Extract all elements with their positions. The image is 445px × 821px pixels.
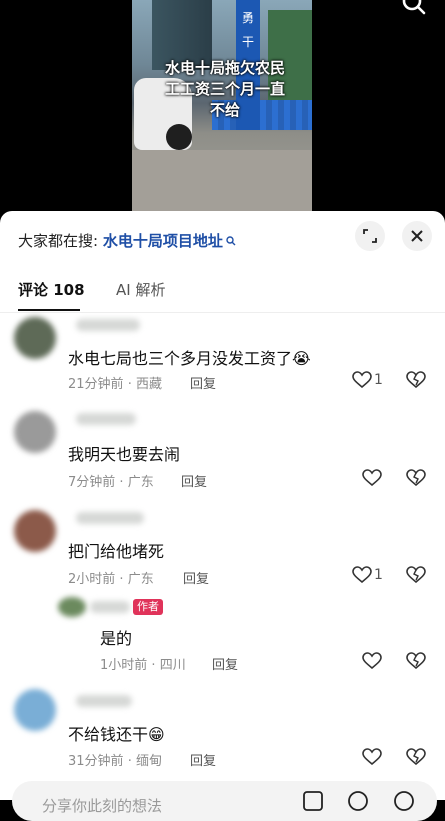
comment-item: 我明天也要去闹 7分钟前 · 广东 回复	[0, 405, 445, 500]
reply-button[interactable]: 回复	[190, 373, 216, 392]
dislike-icon[interactable]	[406, 566, 426, 584]
dislike-icon[interactable]	[406, 652, 426, 670]
comment-text: 水电七局也三个多月没发工资了😭	[68, 349, 311, 368]
reply-button[interactable]: 回复	[183, 568, 209, 587]
comment-text: 是的	[100, 629, 133, 648]
avatar[interactable]	[58, 597, 86, 617]
expand-icon	[363, 229, 377, 243]
like-count: 1	[374, 372, 383, 388]
suggested-search-query[interactable]: 水电十局项目地址	[103, 232, 223, 250]
comment-text: 把门给他堵死	[68, 542, 165, 561]
search-small-icon	[226, 236, 236, 246]
comment-meta: 31分钟前 · 缅甸	[68, 754, 162, 769]
username-blurred[interactable]	[76, 695, 132, 707]
caption-line-1: 水电十局拖欠农民	[164, 59, 285, 77]
car-wheel-shape	[166, 124, 192, 150]
comment-meta: 2小时前 · 广东	[68, 572, 154, 587]
comment-item: 水电七局也三个多月没发工资了😭 21分钟前 · 西藏 回复 1	[0, 311, 445, 401]
close-icon	[411, 230, 423, 242]
comment-input[interactable]: 分享你此刻的想法	[12, 781, 437, 821]
comment-item: 把门给他堵死 2小时前 · 广东 回复 1	[0, 504, 445, 594]
image-icon[interactable]	[302, 790, 324, 812]
reply-item: 作者 是的 1小时前 · 四川 回复	[0, 595, 445, 677]
username-blurred[interactable]	[76, 319, 140, 331]
suggested-search[interactable]: 大家都在搜: 水电十局项目地址	[18, 230, 236, 251]
heart-icon[interactable]	[362, 748, 382, 766]
heart-icon[interactable]	[352, 566, 372, 584]
comment-meta: 7分钟前 · 广东	[68, 475, 154, 490]
like-count: 1	[374, 567, 383, 583]
caption-line-3: 不给	[209, 101, 240, 119]
suggested-search-prefix: 大家都在搜:	[18, 232, 99, 250]
heart-icon[interactable]	[362, 652, 382, 670]
emoji-icon[interactable]	[393, 790, 415, 812]
comment-input-placeholder: 分享你此刻的想法	[42, 797, 163, 815]
reply-button[interactable]: 回复	[190, 750, 216, 769]
comment-input-bar: 分享你此刻的想法	[0, 773, 445, 821]
video-caption: 水电十局拖欠农民 工工资三个月一直 不给	[150, 58, 300, 121]
dislike-icon[interactable]	[406, 371, 426, 389]
username-blurred[interactable]	[90, 601, 130, 613]
search-icon[interactable]	[400, 0, 426, 18]
avatar[interactable]	[14, 411, 56, 453]
close-button[interactable]	[402, 221, 432, 251]
dislike-icon[interactable]	[406, 748, 426, 766]
reply-button[interactable]: 回复	[181, 471, 207, 490]
comment-text: 不给钱还干😁	[68, 725, 165, 744]
video-player[interactable]: 勇 干 水电十局拖欠农民 工工资三个月一直 不给	[0, 0, 445, 215]
avatar[interactable]	[14, 317, 56, 359]
ground-shape	[132, 150, 312, 215]
username-blurred[interactable]	[76, 413, 136, 425]
author-badge: 作者	[133, 599, 163, 615]
comment-meta: 1小时前 · 四川	[100, 658, 186, 673]
avatar[interactable]	[14, 510, 56, 552]
username-blurred[interactable]	[76, 512, 144, 524]
expand-button[interactable]	[355, 221, 385, 251]
tab-ai-analysis[interactable]: AI 解析	[116, 279, 165, 300]
comment-text: 我明天也要去闹	[68, 445, 181, 464]
heart-icon[interactable]	[352, 371, 372, 389]
avatar[interactable]	[14, 689, 56, 731]
comment-meta: 21分钟前 · 西藏	[68, 377, 162, 392]
reply-button[interactable]: 回复	[212, 654, 238, 673]
dislike-icon[interactable]	[406, 469, 426, 487]
heart-icon[interactable]	[362, 469, 382, 487]
tab-comments[interactable]: 评论 108	[18, 279, 85, 300]
comments-sheet: 大家都在搜: 水电十局项目地址 评论 108 AI 解析 水电七局也三个多月没发…	[0, 211, 445, 800]
comment-item: 不给钱还干😁 31分钟前 · 缅甸 回复	[0, 683, 445, 773]
mention-icon[interactable]	[347, 790, 369, 812]
caption-line-2: 工工资三个月一直	[164, 80, 285, 98]
